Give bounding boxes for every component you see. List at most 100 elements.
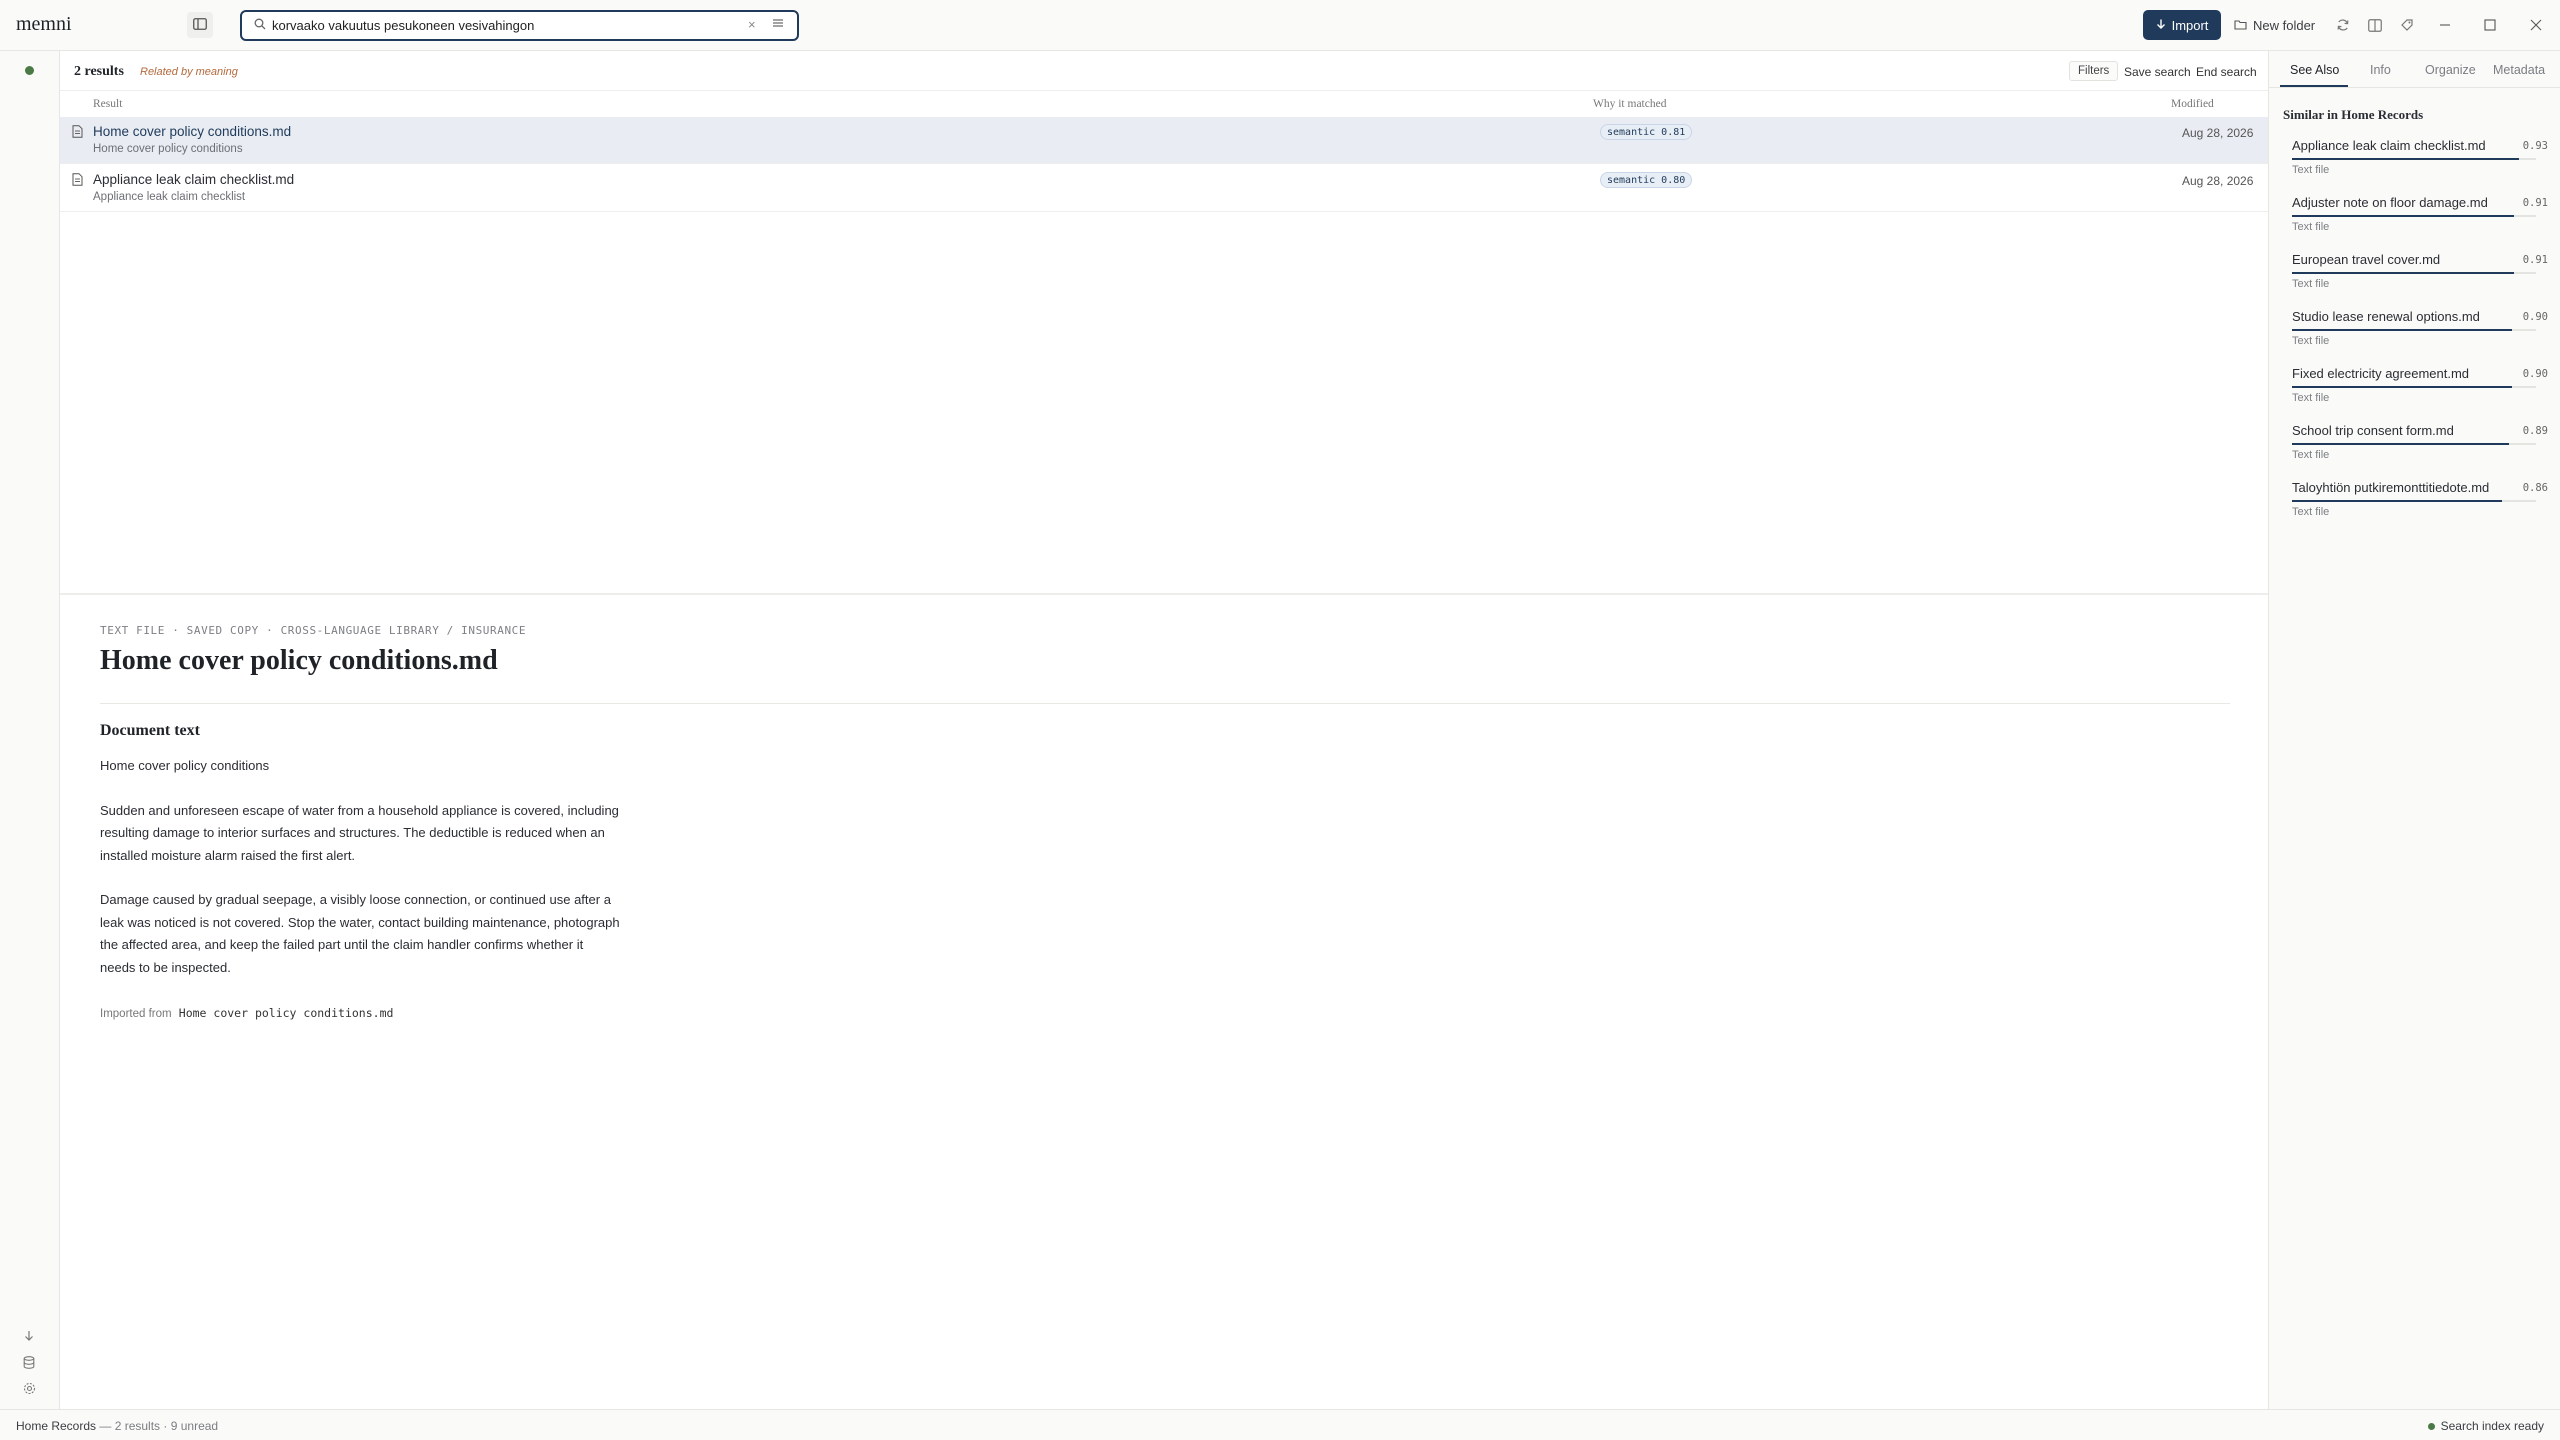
result-count: 2 results <box>74 64 124 79</box>
inspector-panel: See Also Info Organize Metadata Similar … <box>2268 51 2560 1409</box>
similarity-score: 0.91 <box>2522 197 2548 209</box>
preview-source: Imported from Home cover policy conditio… <box>100 1006 393 1020</box>
similar-item[interactable]: Appliance leak claim checklist.md 0.93 T… <box>2292 138 2548 192</box>
similar-item-name[interactable]: Taloyhtiön putkiremonttitiedote.md <box>2292 480 2489 495</box>
left-rail <box>0 51 60 1409</box>
column-header-why-matched[interactable]: Why it matched <box>1593 98 1666 110</box>
preview-title: Home cover policy conditions.md <box>100 645 498 676</box>
maximize-icon[interactable] <box>2481 16 2499 34</box>
similarity-bar <box>2292 158 2536 160</box>
preview-breadcrumb: TEXT FILE · SAVED COPY · CROSS-LANGUAGE … <box>100 624 527 637</box>
similar-item-name[interactable]: Fixed electricity agreement.md <box>2292 366 2469 381</box>
similar-item[interactable]: Adjuster note on floor damage.md 0.91 Te… <box>2292 195 2548 249</box>
library-name[interactable]: Home Records <box>16 1419 96 1433</box>
similar-item-type: Text file <box>2292 449 2330 461</box>
search-input[interactable] <box>272 16 712 35</box>
similarity-bar <box>2292 443 2536 445</box>
similar-item[interactable]: European travel cover.md 0.91 Text file <box>2292 252 2548 306</box>
result-row[interactable]: Appliance leak claim checklist.md Applia… <box>60 165 2268 212</box>
index-status-dot <box>2427 1422 2435 1430</box>
similar-item-type: Text file <box>2292 278 2330 290</box>
similar-item-name[interactable]: Studio lease renewal options.md <box>2292 309 2480 324</box>
similarity-bar <box>2292 500 2536 502</box>
similarity-bar <box>2292 215 2536 217</box>
status-summary: Home Records — 2 results · 9 unread <box>16 1419 218 1433</box>
similar-item-name[interactable]: Appliance leak claim checklist.md <box>2292 138 2486 153</box>
similarity-score: 0.86 <box>2522 482 2548 494</box>
similar-item-name[interactable]: European travel cover.md <box>2292 252 2440 267</box>
match-badge: semantic 0.81 <box>1600 124 1693 140</box>
similar-item-type: Text file <box>2292 164 2330 176</box>
result-modified-date: Aug 28, 2026 <box>2182 126 2254 140</box>
save-search-button[interactable]: Save search <box>2124 65 2191 79</box>
similarity-bar-fill <box>2292 500 2502 502</box>
similar-item[interactable]: Studio lease renewal options.md 0.90 Tex… <box>2292 309 2548 363</box>
similar-item-name[interactable]: Adjuster note on floor damage.md <box>2292 195 2488 210</box>
search-options-icon[interactable] <box>772 17 784 32</box>
preview-section-heading: Document text <box>100 722 200 739</box>
column-header-result[interactable]: Result <box>93 98 122 110</box>
similar-item-name[interactable]: School trip consent form.md <box>2292 423 2454 438</box>
similarity-bar <box>2292 329 2536 331</box>
preview-body: Home cover policy conditions Sudden and … <box>100 755 620 1001</box>
index-status: Search index ready <box>2427 1419 2544 1433</box>
search-clear-button[interactable]: × <box>748 17 756 32</box>
search-icon <box>254 18 266 33</box>
tab-see-also[interactable]: See Also <box>2290 63 2339 77</box>
result-modified-date: Aug 28, 2026 <box>2182 174 2254 188</box>
close-icon[interactable] <box>2527 16 2545 34</box>
sidebar-toggle-button[interactable] <box>187 12 213 38</box>
split-view-icon[interactable] <box>2366 16 2384 34</box>
folder-icon <box>2234 18 2247 33</box>
document-icon <box>72 125 83 141</box>
tab-organize[interactable]: Organize <box>2425 63 2476 77</box>
settings-icon[interactable] <box>20 1379 38 1397</box>
result-title[interactable]: Appliance leak claim checklist.md <box>93 172 294 187</box>
search-box[interactable]: × <box>240 10 799 41</box>
similarity-bar-fill <box>2292 386 2512 388</box>
similarity-bar <box>2292 386 2536 388</box>
similar-item-type: Text file <box>2292 221 2330 233</box>
filters-button[interactable]: Filters <box>2069 61 2119 81</box>
similar-item[interactable]: Fixed electricity agreement.md 0.90 Text… <box>2292 366 2548 420</box>
new-folder-button[interactable]: New folder <box>2234 10 2315 40</box>
source-filename[interactable]: Home cover policy conditions.md <box>179 1006 394 1020</box>
index-status-label: Search index ready <box>2440 1419 2544 1433</box>
preview-paragraph: Sudden and unforeseen escape of water fr… <box>100 802 619 863</box>
result-title[interactable]: Home cover policy conditions.md <box>93 124 291 139</box>
similarity-score: 0.90 <box>2522 311 2548 323</box>
similarity-score: 0.93 <box>2522 140 2548 152</box>
column-header-modified[interactable]: Modified <box>2171 98 2214 110</box>
preview-divider <box>100 703 2230 704</box>
tag-icon[interactable] <box>2398 16 2416 34</box>
tab-info[interactable]: Info <box>2370 63 2391 77</box>
similar-item-type: Text file <box>2292 392 2330 404</box>
sync-icon[interactable] <box>2334 16 2352 34</box>
app-name: memni <box>16 13 72 35</box>
import-label: Import <box>2171 17 2209 33</box>
similar-item[interactable]: School trip consent form.md 0.89 Text fi… <box>2292 423 2548 477</box>
results-pane: 2 results Related by meaning Filters Sav… <box>60 51 2268 593</box>
download-icon <box>2156 18 2166 33</box>
similarity-bar-fill <box>2292 329 2512 331</box>
similarity-score: 0.90 <box>2522 368 2548 380</box>
active-tab-indicator <box>2280 85 2348 87</box>
arrow-down-icon[interactable] <box>20 1327 38 1345</box>
search-mode-label: Related by meaning <box>140 66 238 78</box>
minimize-icon[interactable] <box>2436 16 2454 34</box>
database-icon[interactable] <box>20 1353 38 1371</box>
document-preview: TEXT FILE · SAVED COPY · CROSS-LANGUAGE … <box>60 593 2268 1409</box>
result-row[interactable]: Home cover policy conditions.md Home cov… <box>60 117 2268 164</box>
similar-item[interactable]: Taloyhtiön putkiremonttitiedote.md 0.86 … <box>2292 480 2548 534</box>
status-dot <box>25 66 34 75</box>
similar-item-type: Text file <box>2292 335 2330 347</box>
title-bar: memni × Import New folder <box>0 0 2560 51</box>
similarity-bar-fill <box>2292 443 2510 445</box>
end-search-button[interactable]: End search <box>2196 65 2257 79</box>
preview-paragraph: Damage caused by gradual seepage, a visi… <box>100 892 620 975</box>
result-subtitle: Home cover policy conditions <box>93 143 243 155</box>
tabs-divider <box>2269 87 2560 88</box>
similarity-score: 0.89 <box>2522 425 2548 437</box>
tab-metadata[interactable]: Metadata <box>2493 63 2545 77</box>
import-button[interactable]: Import <box>2143 10 2221 40</box>
